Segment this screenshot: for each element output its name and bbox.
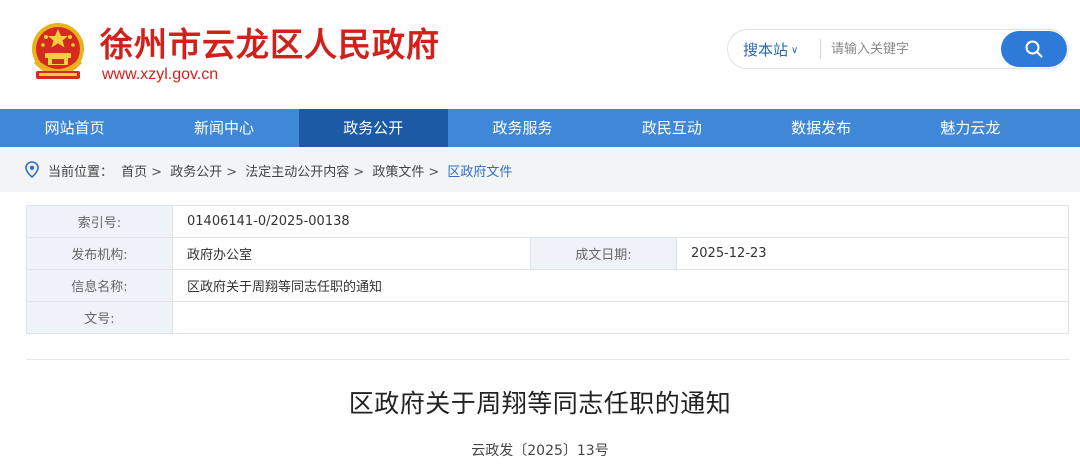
breadcrumb-separator: > (428, 165, 440, 180)
document-number: 云政发〔2025〕13号 (471, 443, 609, 459)
search-scope-dropdown[interactable]: 搜本站 ∨ (743, 39, 798, 60)
docno-label: 文号: (26, 301, 173, 334)
breadcrumb-item-statutory[interactable]: 法定主动公开内容 (245, 165, 349, 180)
search-box: 搜本站 ∨ (727, 29, 1069, 69)
nav-item-home[interactable]: 网站首页 (0, 109, 149, 147)
site-title[interactable]: 徐州市云龙区人民政府 (100, 18, 440, 66)
nav-item-news[interactable]: 新闻中心 (149, 109, 298, 147)
content-divider (26, 359, 1069, 360)
breadcrumb-item-policy[interactable]: 政策文件 (372, 165, 424, 180)
name-value: 区政府关于周翔等同志任职的通知 (172, 269, 1069, 302)
breadcrumb: 当前位置： 首页 > 政务公开 > 法定主动公开内容 > 政策文件 > 区政府文件 (0, 147, 1080, 192)
document-info-table: 索引号: 01406141-0/2025-00138 发布机构: 政府办公室 成… (26, 205, 1069, 334)
date-value: 2025-12-23 (676, 237, 1069, 270)
search-scope-label: 搜本站 (743, 41, 789, 59)
docno-value (172, 301, 1069, 334)
breadcrumb-label: 当前位置： (48, 165, 114, 180)
document-title: 区政府关于周翔等同志任职的通知 (348, 389, 732, 418)
nav-item-gov-services[interactable]: 政务服务 (448, 109, 597, 147)
chevron-down-icon: ∨ (791, 45, 799, 56)
breadcrumb-item-current[interactable]: 区政府文件 (447, 165, 512, 180)
date-label: 成文日期: (530, 237, 677, 270)
breadcrumb-separator: > (151, 165, 163, 180)
name-label: 信息名称: (26, 269, 173, 302)
table-row: 索引号: 01406141-0/2025-00138 (26, 205, 1069, 238)
breadcrumb-separator: > (353, 165, 365, 180)
search-button[interactable] (1001, 31, 1067, 67)
breadcrumb-item-gov-affairs[interactable]: 政务公开 (170, 165, 222, 180)
nav-item-gov-affairs[interactable]: 政务公开 (298, 109, 448, 147)
national-emblem-icon (32, 23, 84, 79)
nav-item-interaction[interactable]: 政民互动 (597, 109, 746, 147)
index-value: 01406141-0/2025-00138 (172, 205, 1069, 238)
breadcrumb-separator: > (226, 165, 238, 180)
breadcrumb-item-home[interactable]: 首页 (121, 165, 147, 180)
nav-item-charm-yunlong[interactable]: 魅力云龙 (896, 109, 1045, 147)
nav-item-data-release[interactable]: 数据发布 (746, 109, 895, 147)
search-divider (820, 39, 821, 59)
search-input[interactable] (831, 37, 991, 61)
table-row: 信息名称: 区政府关于周翔等同志任职的通知 (26, 269, 1069, 302)
site-url[interactable]: www.xzyl.gov.cn (102, 66, 218, 84)
publisher-value: 政府办公室 (172, 237, 531, 270)
publisher-label: 发布机构: (26, 237, 173, 270)
search-icon (1025, 40, 1043, 58)
table-row: 文号: (26, 301, 1069, 334)
location-pin-icon (25, 161, 39, 178)
site-header: 徐州市云龙区人民政府 www.xzyl.gov.cn 搜本站 ∨ (0, 0, 1080, 109)
main-nav: 网站首页 新闻中心 政务公开 政务服务 政民互动 数据发布 魅力云龙 (0, 109, 1080, 147)
index-label: 索引号: (26, 205, 173, 238)
table-row: 发布机构: 政府办公室 成文日期: 2025-12-23 (26, 237, 1069, 270)
